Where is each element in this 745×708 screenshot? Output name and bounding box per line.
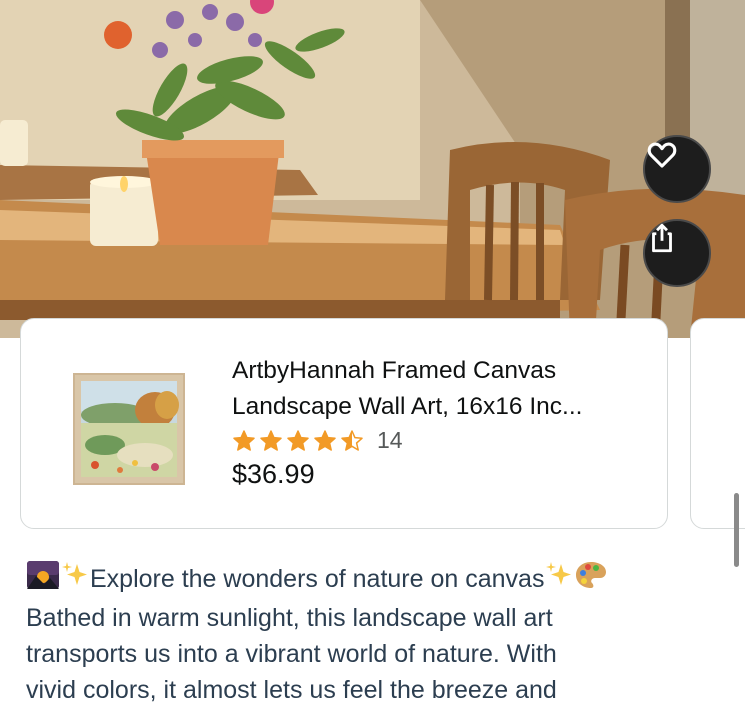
landscape-painting-image <box>81 381 179 477</box>
description-line-1: Explore the wonders of nature on canvas <box>26 560 726 600</box>
product-thumbnail[interactable] <box>73 373 185 485</box>
rating-stars <box>232 429 364 453</box>
hero-photo <box>0 0 745 338</box>
product-price: $36.99 <box>232 459 315 489</box>
description-line-4: vivid colors, it almost lets us feel the… <box>26 676 557 704</box>
post-description: Explore the wonders of nature on canvas … <box>26 560 726 708</box>
star-full-icon <box>233 429 255 451</box>
product-rating: 14 <box>232 427 403 454</box>
sparkles-icon <box>60 560 90 600</box>
share-button[interactable] <box>643 219 711 287</box>
description-line-3: transports us into a vibrant world of na… <box>26 640 557 668</box>
star-full-icon <box>260 429 282 451</box>
description-line-2: Bathed in warm sunlight, this landscape … <box>26 604 553 632</box>
star-half-icon <box>341 429 363 451</box>
rating-count[interactable]: 14 <box>377 427 403 454</box>
product-card[interactable]: ArtbyHannah Framed Canvas Landscape Wall… <box>20 318 668 529</box>
palette-icon <box>574 560 608 600</box>
star-full-icon <box>287 429 309 451</box>
sparkles-icon <box>544 560 574 600</box>
description-line-1-text: Explore the wonders of nature on canvas <box>90 565 545 593</box>
like-button[interactable] <box>643 135 711 203</box>
sunset-icon <box>26 560 60 600</box>
scroll-indicator <box>734 493 739 567</box>
star-full-icon <box>314 429 336 451</box>
post-hero-image <box>0 0 745 338</box>
product-title[interactable]: ArtbyHannah Framed Canvas Landscape Wall… <box>232 353 652 425</box>
